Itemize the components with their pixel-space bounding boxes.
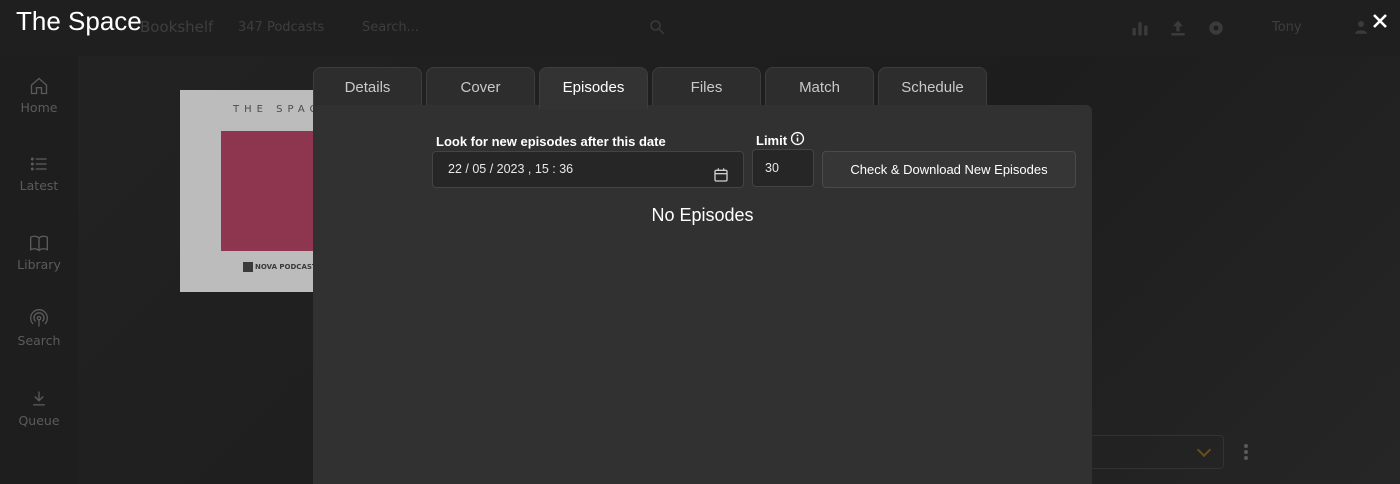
nova-logo-icon — [243, 262, 253, 272]
app-name: Bookshelf — [140, 18, 214, 36]
close-icon — [1373, 14, 1387, 28]
sidebar-item-label: Queue — [18, 413, 60, 428]
sidebar-item-queue: Queue — [0, 389, 78, 428]
date-value: 22 / 05 / 2023 , 15 : 36 — [448, 162, 574, 176]
tab-episodes[interactable]: Episodes — [539, 67, 648, 109]
stats-icon — [1130, 18, 1150, 42]
date-field-label: Look for new episodes after this date — [436, 134, 666, 149]
sidebar-item-search: Search — [0, 309, 78, 348]
list-icon — [29, 154, 49, 174]
sidebar-item-latest: Latest — [0, 154, 78, 193]
podcast-icon — [29, 309, 49, 329]
background-select — [1078, 435, 1224, 469]
library-count: 347 Podcasts — [238, 20, 325, 35]
date-input[interactable]: 22 / 05 / 2023 , 15 : 36 — [432, 151, 744, 188]
close-button[interactable] — [1366, 7, 1394, 35]
tab-match[interactable]: Match — [765, 67, 874, 107]
tab-schedule[interactable]: Schedule — [878, 67, 987, 107]
sidebar-item-label: Home — [20, 100, 58, 115]
book-icon — [29, 233, 49, 253]
limit-input[interactable]: 30 — [752, 149, 814, 187]
cover-publisher: NOVA PODCASTS — [243, 262, 322, 272]
tab-cover[interactable]: Cover — [426, 67, 535, 107]
sidebar-item-home: Home — [0, 76, 78, 115]
more-vertical-icon — [1244, 444, 1248, 462]
info-icon[interactable] — [790, 131, 805, 146]
chevron-down-icon — [1196, 442, 1212, 458]
upload-icon — [1168, 18, 1188, 42]
check-download-button[interactable]: Check & Download New Episodes — [822, 151, 1076, 188]
app-topbar: Bookshelf 347 Podcasts Search... Tony — [0, 0, 1400, 56]
limit-label: Limit — [756, 133, 788, 148]
settings-icon — [1206, 18, 1226, 42]
calendar-icon[interactable] — [713, 162, 729, 182]
sidebar-item-label: Latest — [19, 178, 59, 193]
search-icon — [648, 18, 666, 40]
tab-details[interactable]: Details — [313, 67, 422, 107]
search-placeholder: Search... — [362, 20, 420, 35]
limit-value: 30 — [765, 161, 779, 175]
sidebar-item-label: Search — [17, 333, 61, 348]
modal-title: The Space — [16, 6, 142, 36]
app-sidebar: Home Latest Library Search Queue — [0, 56, 78, 484]
sidebar-item-label: Library — [17, 257, 61, 272]
username: Tony — [1272, 20, 1302, 35]
home-icon — [29, 76, 49, 96]
download-icon — [29, 389, 49, 409]
cover-artwork — [221, 131, 315, 251]
publisher-label: NOVA PODCASTS — [255, 263, 322, 271]
empty-state-text: No Episodes — [651, 205, 754, 225]
tab-files[interactable]: Files — [652, 67, 761, 107]
sidebar-item-library: Library — [0, 233, 78, 272]
